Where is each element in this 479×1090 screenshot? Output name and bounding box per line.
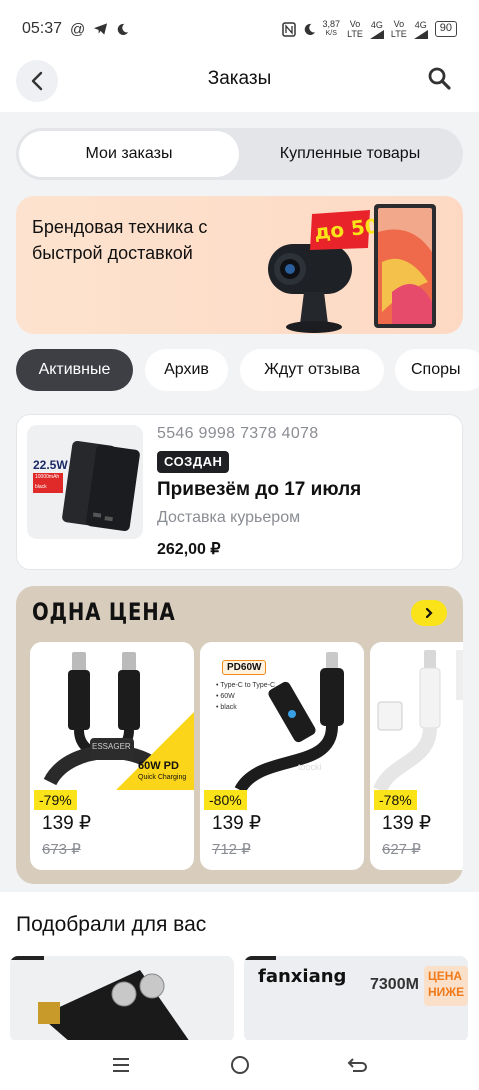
- order-filters: Активные Архив Ждут отзыва Споры: [16, 349, 479, 393]
- telegram-icon: [94, 23, 108, 35]
- order-price: 262,00 ₽: [157, 541, 221, 558]
- sim1-vo: Vo: [349, 19, 361, 29]
- product-brand: toocki: [298, 762, 322, 772]
- battery-indicator: 90: [434, 21, 457, 37]
- order-delivery-method: Доставка курьером: [157, 509, 301, 526]
- product-old-price: 627 ₽: [382, 841, 421, 858]
- discount-badge: -79%: [34, 790, 77, 810]
- status-bar: 05:37 @ 3,87 K/S Vo LTE 4G Vo LTE 4G 90: [0, 0, 479, 58]
- product-bullet: • black: [216, 704, 237, 711]
- suggestion-model: 7300M: [370, 976, 419, 993]
- sim2-volte: Vo LTE: [391, 19, 407, 39]
- discount-badge: -78%: [374, 790, 417, 810]
- suggestion-card[interactable]: [10, 956, 234, 1042]
- at-icon: @: [70, 20, 86, 38]
- suggestion-brand: fanxiang: [258, 966, 347, 987]
- price-lower-badge: ЦЕНА НИЖЕ: [424, 966, 468, 1006]
- one-price-section: ОДНА ЦЕНА ESSAGER 60W PD Quick Charging …: [16, 586, 463, 884]
- search-icon: [428, 67, 451, 90]
- network-speed: 3,87 K/S: [323, 19, 341, 39]
- page-title: Заказы: [207, 68, 272, 89]
- order-status-badge: СОЗДАН: [157, 451, 230, 473]
- app-header: Заказы: [0, 58, 479, 110]
- product-tag: PD60W: [222, 660, 267, 675]
- status-time: 05:37: [22, 20, 63, 37]
- product-bullet: • Type-C to Type-C: [216, 682, 275, 689]
- back-nav-button[interactable]: [343, 1052, 373, 1078]
- orders-segmented-control: Мои заказы Купленные товары: [16, 128, 463, 180]
- home-circle-icon: [231, 1056, 249, 1074]
- product-card[interactable]: -78% 139 ₽ 627 ₽: [370, 642, 463, 870]
- discount-badge: -80%: [204, 790, 247, 810]
- sim1-signal: 4G: [369, 19, 384, 39]
- order-card[interactable]: 22.5W 10000mAh black 5546 9998 7378 4078…: [16, 414, 463, 570]
- filter-chip-active[interactable]: Активные: [16, 349, 133, 391]
- filter-chip-archive[interactable]: Архив: [145, 349, 228, 391]
- price-lower-badge-bottom: НИЖЕ: [428, 985, 465, 999]
- sim2-vo: Vo: [393, 19, 405, 29]
- signal-icon-2: [413, 29, 428, 39]
- product-tag: 60W PD: [138, 760, 179, 772]
- product-price: 139 ₽: [212, 813, 262, 834]
- product-tag-sub: Quick Charging: [138, 774, 187, 781]
- product-price: 139 ₽: [382, 813, 432, 834]
- recent-apps-button[interactable]: [106, 1052, 136, 1078]
- back-button[interactable]: [16, 60, 58, 102]
- promo-banner[interactable]: Брендовая техника с быстрой доставкой до…: [16, 196, 463, 334]
- one-price-title: ОДНА ЦЕНА: [32, 598, 176, 626]
- order-eta: Привезём до 17 июля: [157, 479, 362, 500]
- product-old-price: 673 ₽: [42, 841, 81, 858]
- home-button[interactable]: [225, 1052, 255, 1078]
- product-card[interactable]: ESSAGER 60W PD Quick Charging -79% 139 ₽…: [30, 642, 194, 870]
- tablet-image: [374, 204, 436, 328]
- thumb-watt-label: 22.5W: [33, 458, 68, 472]
- product-price: 139 ₽: [42, 813, 92, 834]
- signal-icon: [369, 29, 384, 39]
- thumb-mah-label: 10000mAh: [35, 474, 60, 480]
- order-number: 5546 9998 7378 4078: [157, 425, 319, 442]
- net-speed-unit: K/S: [325, 30, 337, 37]
- sim2-lte: LTE: [390, 29, 407, 39]
- sim1-volte: Vo LTE: [347, 19, 363, 39]
- product-image-cable-white: [370, 642, 463, 790]
- order-thumbnail: 22.5W 10000mAh black: [27, 425, 143, 539]
- filter-chip-awaiting-review[interactable]: Ждут отзыва: [240, 349, 384, 391]
- nfc-icon: [281, 21, 296, 37]
- search-button[interactable]: [427, 66, 457, 96]
- product-image-amplifier-board: [10, 956, 234, 1042]
- price-lower-badge-top: ЦЕНА: [428, 969, 463, 983]
- sim2-4g: 4G: [414, 19, 427, 30]
- menu-lines-icon: [113, 1058, 129, 1072]
- system-nav-bar: [0, 1040, 479, 1090]
- chevron-left-icon: [31, 71, 43, 91]
- one-price-more-button[interactable]: [411, 600, 447, 626]
- sim1-4g: 4G: [370, 19, 383, 30]
- card-top-marker: [244, 956, 276, 960]
- orders-main: Мои заказы Купленные товары Брендовая те…: [0, 112, 479, 892]
- product-brand: ESSAGER: [92, 742, 131, 751]
- tab-my-orders[interactable]: Мои заказы: [19, 131, 239, 177]
- tab-purchased-items[interactable]: Купленные товары: [240, 131, 460, 177]
- promo-text: Брендовая техника с быстрой доставкой: [32, 217, 208, 263]
- thumb-color-label: black: [35, 484, 47, 490]
- filter-chip-disputes[interactable]: Споры: [395, 349, 479, 391]
- product-bullet: • 60W: [216, 693, 235, 700]
- suggestions-title: Подобрали для вас: [16, 913, 207, 936]
- moon-icon: [118, 23, 129, 35]
- back-arrow-icon: [347, 1058, 367, 1072]
- sim1-lte: LTE: [347, 29, 363, 39]
- chevron-right-icon: [425, 607, 433, 619]
- net-speed-value: 3,87: [322, 19, 341, 29]
- power-bank-image: [33, 440, 140, 532]
- moon-icon-right: [304, 23, 315, 35]
- sim2-signal: 4G: [413, 19, 428, 39]
- product-card[interactable]: PD60W • Type-C to Type-C • 60W • black t…: [200, 642, 364, 870]
- suggestion-card[interactable]: fanxiang 7300M ЦЕНА НИЖЕ: [244, 956, 468, 1042]
- product-old-price: 712 ₽: [212, 841, 251, 858]
